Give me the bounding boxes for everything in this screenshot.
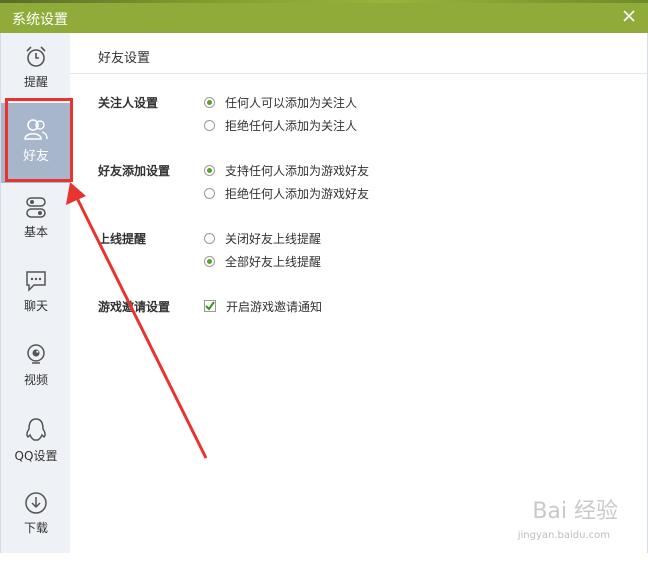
- watermark-url: jingyan.baidu.com: [517, 530, 610, 541]
- watermark-logo: Bai 经验: [532, 499, 618, 524]
- annotation-arrow-icon: [66, 182, 208, 459]
- settings-window: 系统设置 提醒 好友 基本 聊天 视频 QQ设置 下载 好友设置 关注人设置 任…: [0, 0, 648, 553]
